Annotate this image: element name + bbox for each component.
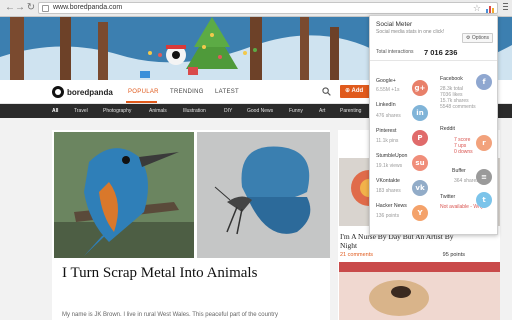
bookmark-star-icon[interactable]: ☆	[473, 3, 481, 14]
buffer-icon[interactable]: ≡	[476, 169, 492, 185]
butterfly-illustration	[197, 132, 330, 258]
sidebar-comments-link[interactable]: 21 comments	[340, 252, 373, 258]
twitter-label: Twitter	[440, 194, 456, 200]
pinterest-label: Pinterest	[376, 128, 397, 134]
vkontakte-icon[interactable]: vk	[412, 180, 428, 196]
stumbleupon-label: StumbleUpon	[376, 153, 408, 159]
category-illustration[interactable]: Illustration	[183, 108, 206, 114]
facebook-label: Facebook	[440, 76, 463, 82]
reload-icon[interactable]: ↻	[25, 2, 37, 14]
category-art[interactable]: Art	[319, 108, 325, 114]
address-bar[interactable]: www.boredpanda.com ☆	[38, 2, 498, 14]
category-animals[interactable]: Animals	[149, 108, 167, 114]
logo-text: boredpanda	[67, 87, 113, 97]
popup-divider	[370, 60, 497, 61]
google-plus-stat: 6.55M +1s	[376, 87, 400, 93]
hacker-news-icon[interactable]: Y	[412, 205, 428, 221]
nav-active-indicator	[126, 101, 157, 103]
reddit-stat-downs: 0 downs	[454, 149, 473, 155]
article-excerpt: My name is JK Brown. I live in rural Wes…	[62, 312, 278, 318]
stumbleupon-icon[interactable]: su	[412, 155, 428, 171]
twitter-icon[interactable]: t	[476, 192, 492, 208]
vkontakte-stat: 183 shares	[376, 188, 401, 194]
article-title[interactable]: I Turn Scrap Metal Into Animals	[62, 265, 257, 282]
nav-latest[interactable]: LATEST	[215, 89, 239, 95]
popup-subtitle: Social media stats in one click!	[376, 29, 445, 35]
total-interactions-value: 7 016 236	[424, 47, 458, 57]
buffer-stat: 364 shares	[454, 178, 479, 184]
page-icon	[42, 5, 49, 12]
category-good-news[interactable]: Good News	[247, 108, 273, 114]
reddit-label: Reddit	[440, 126, 455, 132]
nav-trending[interactable]: TRENDING	[170, 89, 204, 95]
sidebar-points: 95 points	[442, 252, 465, 258]
sidebar-dog-illustration	[339, 262, 500, 320]
popup-title: Social Meter	[376, 21, 413, 28]
add-label: Add	[351, 88, 364, 94]
site-logo[interactable]: boredpanda	[52, 86, 113, 98]
social-meter-extension-icon[interactable]	[486, 5, 495, 13]
category-all[interactable]: All	[52, 108, 58, 114]
hacker-news-stat: 136 points	[376, 213, 400, 219]
reddit-icon[interactable]: r	[476, 135, 492, 151]
url-text: www.boredpanda.com	[53, 4, 123, 11]
search-icon[interactable]	[322, 87, 331, 96]
google-plus-icon[interactable]: g+	[412, 80, 428, 96]
add-post-button[interactable]: ⊕ Add	[340, 85, 370, 98]
options-button[interactable]: ⚙ Options	[462, 33, 493, 43]
sidebar-dog-image[interactable]	[339, 262, 500, 320]
nav-popular[interactable]: POPULAR	[128, 89, 159, 95]
total-interactions-label: Total interactions	[376, 49, 414, 55]
kingfisher-illustration	[54, 132, 194, 258]
social-meter-popup: Social Meter Social media stats in one c…	[369, 15, 498, 235]
linkedin-icon[interactable]: in	[412, 105, 428, 121]
stumbleupon-stat: 19.1k views	[376, 163, 403, 169]
panda-logo-icon	[52, 86, 64, 98]
category-travel[interactable]: Travel	[74, 108, 88, 114]
vkontakte-label: VKontakte	[376, 178, 400, 184]
pinterest-stat: 11.1k pins	[376, 138, 399, 144]
options-label: Options	[471, 35, 490, 41]
gear-icon: ⚙	[465, 35, 471, 41]
plus-icon: ⊕	[345, 88, 351, 94]
linkedin-stat: 476 shares	[376, 113, 401, 119]
hacker-news-label: Hacker News	[376, 203, 407, 209]
google-plus-label: Google+	[376, 78, 396, 84]
buffer-label: Buffer	[452, 168, 466, 174]
category-parenting[interactable]: Parenting	[340, 108, 361, 114]
browser-menu-icon[interactable]	[503, 3, 509, 13]
kingfisher-sculpture-image[interactable]	[54, 132, 194, 258]
category-diy[interactable]: DIY	[224, 108, 232, 114]
category-photography[interactable]: Photography	[103, 108, 131, 114]
butterfly-sculpture-image[interactable]	[197, 132, 330, 258]
facebook-stat-comments: 5548 comments	[440, 104, 476, 110]
sidebar-meta: 21 comments 95 points	[340, 252, 465, 258]
pinterest-icon[interactable]: P	[412, 130, 428, 146]
category-funny[interactable]: Funny	[289, 108, 303, 114]
linkedin-label: LinkedIn	[376, 102, 396, 108]
facebook-icon[interactable]: f	[476, 74, 492, 90]
